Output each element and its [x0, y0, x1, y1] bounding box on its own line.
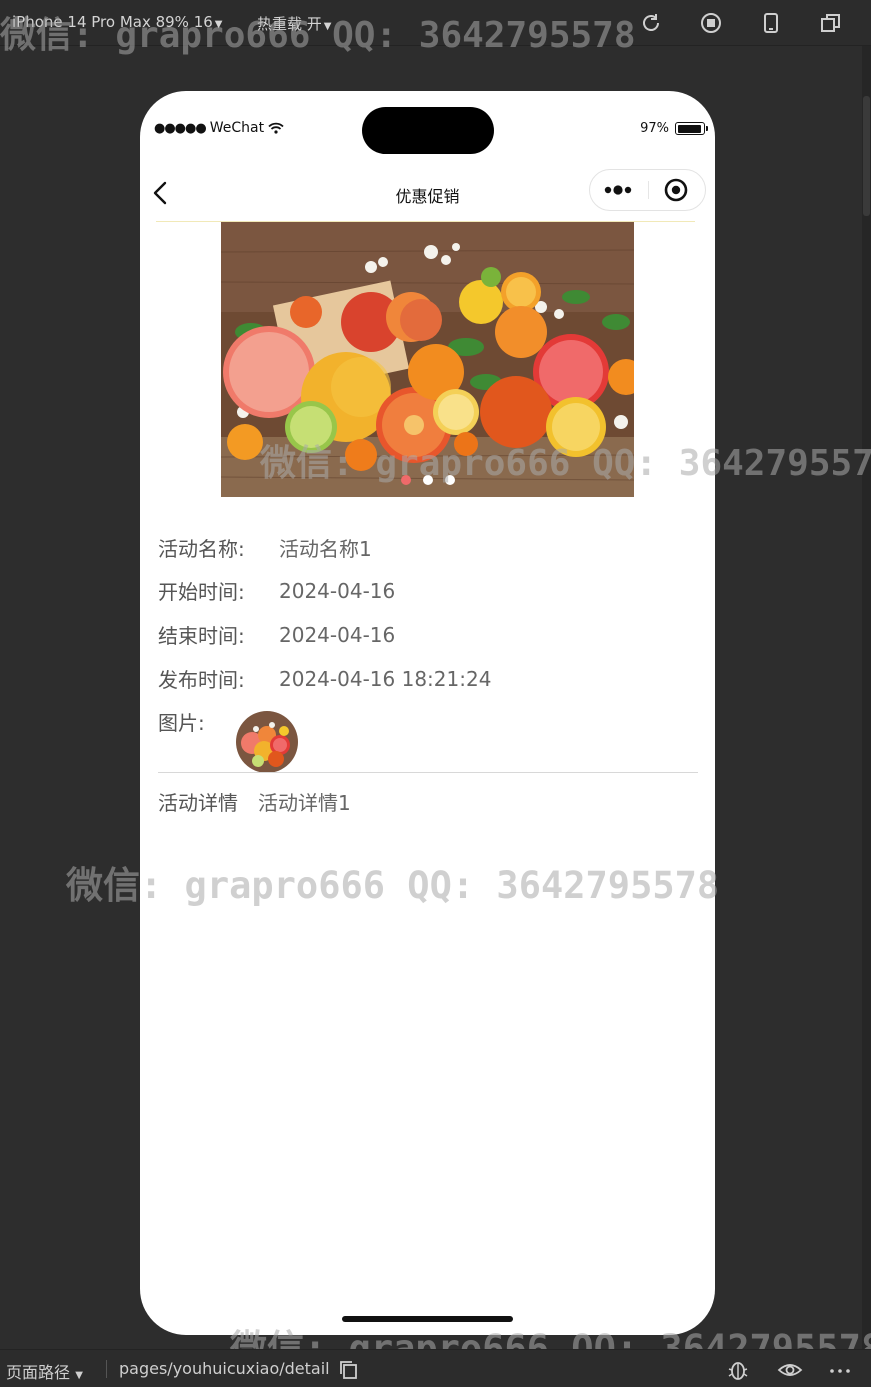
page-path-selector[interactable]: 页面路径 ▼ — [6, 1359, 83, 1383]
devtools-statusbar: 页面路径 ▼ pages/youhuicuxiao/detail — [0, 1349, 871, 1387]
activity-image-thumbnail[interactable] — [236, 711, 298, 773]
carousel-indicators — [221, 475, 634, 485]
signal-indicator: ●●●●● WeChat — [154, 120, 284, 136]
copy-icon[interactable] — [338, 1359, 360, 1381]
activity-name-row: 活动名称: 活动名称1 — [158, 533, 372, 562]
devtools-toolbar: iPhone 14 Pro Max 89% 16 ▼ 热重载 开 ▼ — [0, 0, 871, 46]
page-content: 活动名称: 活动名称1 开始时间: 2024-04-16 结束时间: 2024-… — [140, 221, 715, 1335]
start-time-label: 开始时间: — [158, 580, 245, 604]
phone-screen: ●●●●● WeChat 97% 优惠促销 活动名称: 活动名称1 开始时间: … — [140, 91, 715, 1335]
carrier-label: WeChat — [209, 120, 265, 136]
activity-name-label: 活动名称: — [158, 537, 245, 561]
more-button[interactable] — [590, 170, 648, 210]
end-time-value: 2024-04-16 — [279, 622, 396, 647]
device-selector[interactable]: iPhone 14 Pro Max 89% 16 ▼ — [12, 13, 223, 31]
page-path-label: 页面路径 — [6, 1363, 71, 1382]
hot-reload-label: 热重载 开 — [257, 15, 322, 33]
page-path-value: pages/youhuicuxiao/detail — [119, 1359, 330, 1378]
status-bar: ●●●●● WeChat 97% — [140, 91, 715, 165]
stop-icon[interactable] — [700, 12, 722, 34]
battery-label: 97% — [640, 121, 669, 136]
image-label: 图片: — [158, 711, 205, 735]
chevron-down-icon: ▼ — [323, 21, 332, 32]
window-icon[interactable] — [820, 12, 842, 34]
signal-dots-icon: ●●●●● — [154, 120, 207, 136]
bug-icon[interactable] — [727, 1359, 749, 1381]
navigation-bar: 优惠促销 — [140, 165, 715, 221]
carousel-dot[interactable] — [444, 475, 455, 485]
start-time-value: 2024-04-16 — [279, 578, 396, 603]
publish-time-row: 发布时间: 2024-04-16 18:21:24 — [158, 664, 491, 693]
publish-time-value: 2024-04-16 18:21:24 — [279, 666, 492, 691]
citrus-thumbnail-image — [236, 711, 298, 773]
chevron-down-icon: ▼ — [214, 19, 223, 30]
scrollbar[interactable] — [862, 46, 871, 1349]
chevron-down-icon: ▼ — [72, 1370, 83, 1381]
dynamic-island — [362, 107, 494, 154]
battery-icon — [675, 122, 708, 135]
publish-time-label: 发布时间: — [158, 668, 245, 692]
end-time-row: 结束时间: 2024-04-16 — [158, 620, 395, 649]
activity-detail-label: 活动详情 — [158, 791, 238, 815]
activity-name-value: 活动名称1 — [279, 537, 372, 561]
activity-detail-value: 活动详情1 — [258, 791, 351, 815]
image-row: 图片: — [158, 707, 205, 736]
mini-program-capsule — [589, 169, 706, 211]
start-time-row: 开始时间: 2024-04-16 — [158, 576, 395, 605]
hot-reload-toggle[interactable]: 热重载 开 ▼ — [257, 13, 331, 34]
citrus-fruit-banner-image — [221, 222, 634, 497]
close-mini-program-button[interactable] — [649, 170, 706, 210]
target-close-icon — [664, 178, 688, 202]
phone-icon[interactable] — [760, 12, 782, 34]
more-dots-icon — [604, 185, 632, 195]
scrollbar-thumb[interactable] — [863, 96, 870, 216]
home-indicator — [342, 1316, 513, 1322]
wifi-icon — [268, 122, 284, 134]
carousel-dot[interactable] — [400, 475, 411, 485]
more-options-icon[interactable] — [827, 1359, 853, 1381]
device-label: iPhone 14 Pro Max 89% 16 — [12, 13, 213, 31]
toolbar-separator — [106, 1360, 107, 1378]
refresh-icon[interactable] — [640, 12, 662, 34]
end-time-label: 结束时间: — [158, 624, 245, 648]
battery-indicator: 97% — [640, 121, 708, 136]
carousel-dot[interactable] — [422, 475, 433, 485]
section-divider — [158, 772, 698, 773]
banner-carousel[interactable] — [221, 222, 634, 497]
eye-icon[interactable] — [777, 1359, 803, 1381]
activity-detail-row: 活动详情 活动详情1 — [158, 787, 351, 816]
